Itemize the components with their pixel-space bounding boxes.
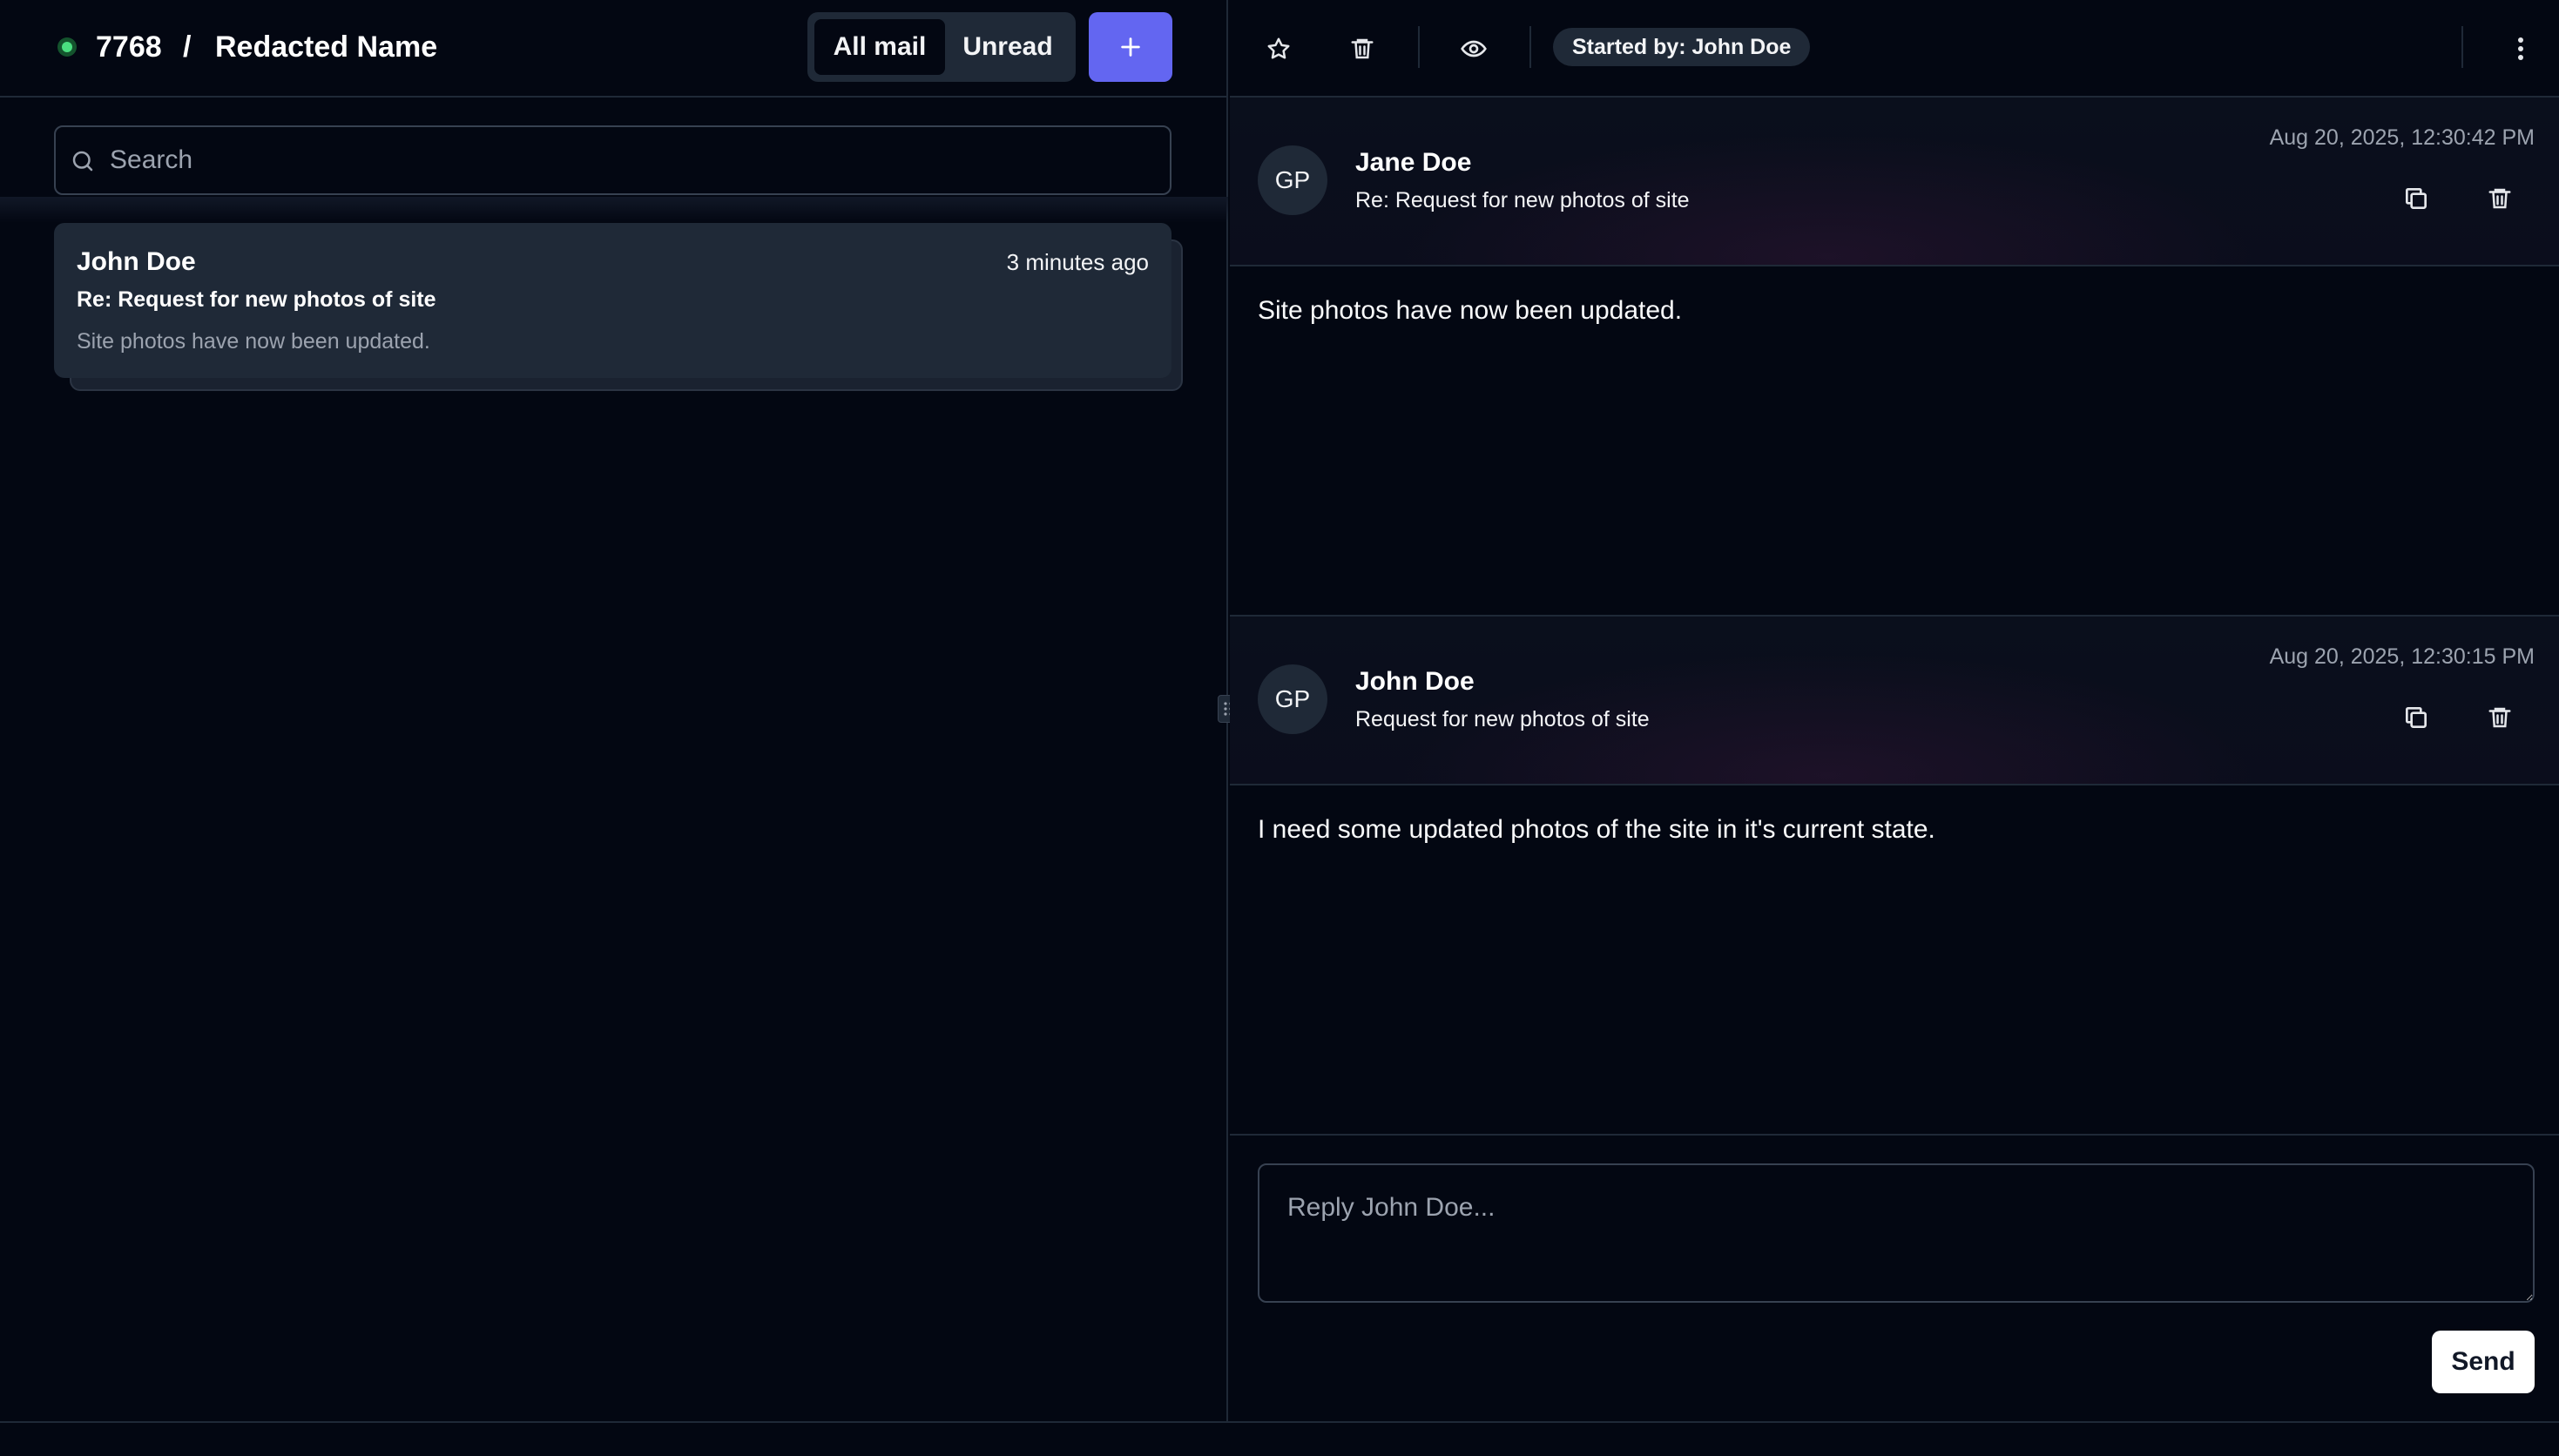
- star-icon[interactable]: [1259, 30, 1298, 68]
- thread-toolbar: Started by: John Doe: [1230, 0, 2559, 98]
- message-body: Site photos have now been updated.: [1258, 296, 1683, 325]
- copy-icon[interactable]: [2397, 698, 2435, 737]
- copy-icon[interactable]: [2397, 179, 2435, 218]
- message-sender: Jane Doe: [1355, 148, 1472, 177]
- mail-sender: John Doe: [77, 247, 196, 276]
- message-header: GP John Doe Request for new photos of si…: [1230, 617, 2559, 785]
- message-date: Aug 20, 2025, 12:30:15 PM: [2269, 644, 2535, 669]
- message-sender: John Doe: [1355, 667, 1475, 696]
- search-input[interactable]: [110, 127, 1155, 193]
- toolbar-divider: [2461, 26, 2463, 68]
- thread-pane: Started by: John Doe GP Jane Doe Re: Req…: [1230, 0, 2559, 1421]
- toolbar-divider: [1529, 26, 1531, 68]
- compose-button[interactable]: [1089, 12, 1172, 82]
- mail-subject: Re: Request for new photos of site: [77, 287, 436, 312]
- mail-filter-tabs: All mail Unread: [807, 12, 1076, 82]
- message-body: I need some updated photos of the site i…: [1258, 815, 1935, 844]
- avatar: GP: [1258, 145, 1327, 215]
- plus-icon: [1118, 35, 1143, 59]
- delete-message-icon[interactable]: [2481, 179, 2519, 218]
- tab-all-mail[interactable]: All mail: [814, 19, 945, 75]
- list-header: 7768 / Redacted Name All mail Unread: [0, 0, 1228, 98]
- send-button[interactable]: Send: [2432, 1331, 2535, 1393]
- search-icon: [70, 148, 96, 174]
- search-shadow: [0, 197, 1228, 223]
- breadcrumb-separator: /: [183, 30, 192, 64]
- tab-unread[interactable]: Unread: [947, 19, 1069, 75]
- message-date: Aug 20, 2025, 12:30:42 PM: [2269, 125, 2535, 150]
- mail-list-pane: 7768 / Redacted Name All mail Unread Joh…: [0, 0, 1228, 1421]
- search-box: [54, 125, 1171, 195]
- started-by-badge: Started by: John Doe: [1553, 28, 1811, 66]
- toolbar-divider: [1418, 26, 1420, 68]
- breadcrumb-name[interactable]: Redacted Name: [215, 26, 437, 68]
- trash-icon[interactable]: [1343, 30, 1381, 68]
- reply-divider: [1230, 1134, 2559, 1136]
- message-subject: Request for new photos of site: [1355, 707, 1650, 731]
- avatar: GP: [1258, 664, 1327, 734]
- reply-textarea[interactable]: [1258, 1163, 2535, 1303]
- mail-time: 3 minutes ago: [1006, 249, 1149, 275]
- message-header: GP Jane Doe Re: Request for new photos o…: [1230, 98, 2559, 266]
- breadcrumb-id[interactable]: 7768: [96, 26, 162, 68]
- message-subject: Re: Request for new photos of site: [1355, 188, 1690, 212]
- bottom-bar: [0, 1421, 2559, 1456]
- delete-message-icon[interactable]: [2481, 698, 2519, 737]
- more-vertical-icon[interactable]: [2502, 30, 2540, 68]
- online-status-icon: [57, 37, 77, 57]
- eye-icon[interactable]: [1455, 30, 1493, 68]
- mail-list-item[interactable]: John Doe 3 minutes ago Re: Request for n…: [54, 223, 1171, 378]
- mail-preview: Site photos have now been updated.: [77, 329, 430, 354]
